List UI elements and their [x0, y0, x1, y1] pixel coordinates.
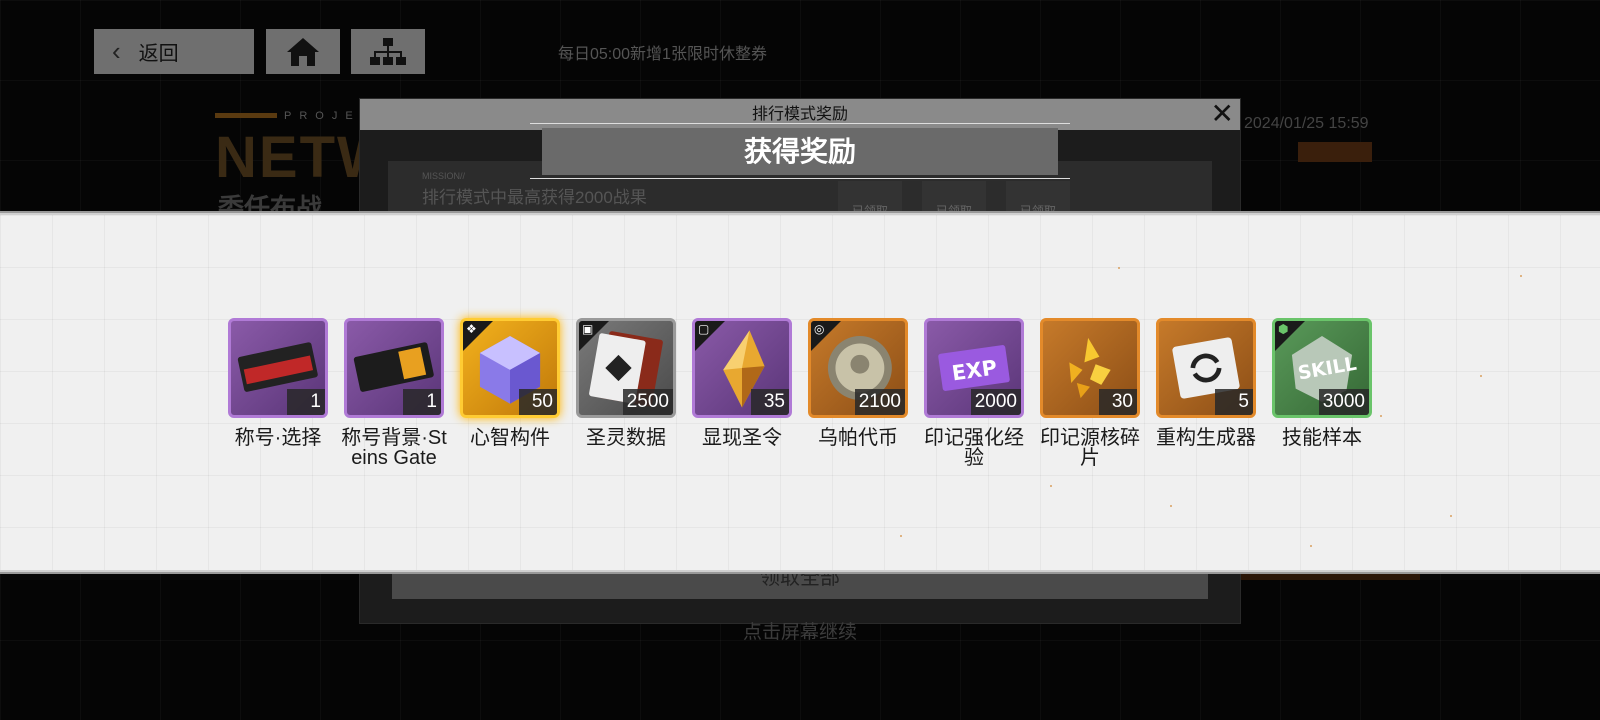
quantity: 3000 — [1318, 389, 1369, 415]
chevron-left-icon: ‹ — [112, 36, 121, 66]
reward-item[interactable]: 5 重构生成器 — [1156, 318, 1256, 448]
quantity: 50 — [519, 389, 557, 415]
quantity: 1 — [287, 389, 325, 415]
reward-tile: ▢ 35 — [692, 318, 792, 418]
map-button[interactable] — [351, 29, 425, 74]
reward-tile: 30 — [1040, 318, 1140, 418]
diamond-icon: ❖ — [466, 322, 477, 336]
reward-item[interactable]: ▣ 2500 圣灵数据 — [576, 318, 676, 448]
quantity: 1 — [403, 389, 441, 415]
reward-tile: 1 — [228, 318, 328, 418]
hexagon-icon: ⬢ — [1278, 322, 1289, 336]
reward-list: 1 称号·选择 1 称号背景·Steins Gate ❖ 50 心智构件 ▣ 2… — [228, 318, 1378, 478]
home-icon — [287, 37, 319, 66]
quantity: 2000 — [970, 389, 1021, 415]
emblem-icon: ◎ — [814, 322, 825, 336]
reward-tile: ◎ 2100 — [808, 318, 908, 418]
reward-tile: 1 — [344, 318, 444, 418]
back-button[interactable]: ‹ 返回 — [94, 29, 254, 74]
item-name: 印记源核碎片 — [1040, 427, 1140, 469]
item-name: 技能样本 — [1282, 427, 1362, 449]
dialog-title: 排行模式奖励 — [751, 106, 848, 123]
item-name: 显现圣令 — [702, 427, 782, 449]
project-bar — [215, 113, 277, 118]
reward-item[interactable]: ◎ 2100 乌帕代币 — [808, 318, 908, 448]
item-name: 称号背景·Steins Gate — [341, 427, 447, 469]
reward-item[interactable]: ▢ 35 显现圣令 — [692, 318, 792, 448]
mission-tag: MISSION// — [422, 171, 466, 181]
item-name: 乌帕代币 — [818, 427, 898, 449]
mission-text: 排行模式中最高获得2000战果 — [422, 188, 647, 207]
dialog-header: 排行模式奖励 ✕ — [360, 98, 1240, 130]
home-button[interactable] — [266, 29, 340, 74]
back-label: 返回 — [138, 43, 179, 65]
event-date: 2024/01/25 15:59 — [1244, 115, 1369, 132]
reward-item[interactable]: 1 称号·选择 — [228, 318, 328, 448]
reward-item[interactable]: 30 印记源核碎片 — [1040, 318, 1140, 468]
close-icon[interactable]: ✕ — [1211, 98, 1234, 129]
item-name: 心智构件 — [470, 427, 550, 449]
quantity: 35 — [751, 389, 789, 415]
notice-text: 每日05:00新增1张限时休整券 — [558, 46, 767, 63]
reward-title: 获得奖励 — [542, 128, 1058, 175]
title-rule-bottom — [530, 178, 1070, 179]
tap-to-continue[interactable]: 点击屏幕继续 — [0, 617, 1600, 644]
reward-tile: SKILL ⬢ 3000 — [1272, 318, 1372, 418]
reward-tile: ❖ 50 — [460, 318, 560, 418]
item-name: 称号·选择 — [234, 427, 322, 449]
reward-item[interactable]: ❖ 50 心智构件 — [460, 318, 560, 448]
reward-tile: ▣ 2500 — [576, 318, 676, 418]
event-tag — [1298, 142, 1372, 162]
quantity: 30 — [1099, 389, 1137, 415]
reward-item[interactable]: 1 称号背景·Steins Gate — [341, 318, 447, 468]
quantity: 5 — [1215, 389, 1253, 415]
exp-badge-icon: ▣ — [582, 322, 594, 336]
project-text: PROJE — [284, 110, 361, 122]
reward-tile: 5 — [1156, 318, 1256, 418]
item-name: 印记强化经验 — [924, 427, 1024, 469]
item-name: 圣灵数据 — [586, 427, 666, 449]
reward-tile: EXP 2000 — [924, 318, 1024, 418]
item-name: 重构生成器 — [1156, 427, 1256, 449]
quantity: 2500 — [622, 389, 673, 415]
quantity: 2100 — [854, 389, 905, 415]
square-icon: ▢ — [698, 322, 710, 336]
reward-item[interactable]: EXP 2000 印记强化经验 — [924, 318, 1024, 468]
reward-item[interactable]: SKILL ⬢ 3000 技能样本 — [1272, 318, 1372, 448]
hierarchy-icon — [370, 37, 406, 65]
title-rule-top — [530, 123, 1070, 124]
